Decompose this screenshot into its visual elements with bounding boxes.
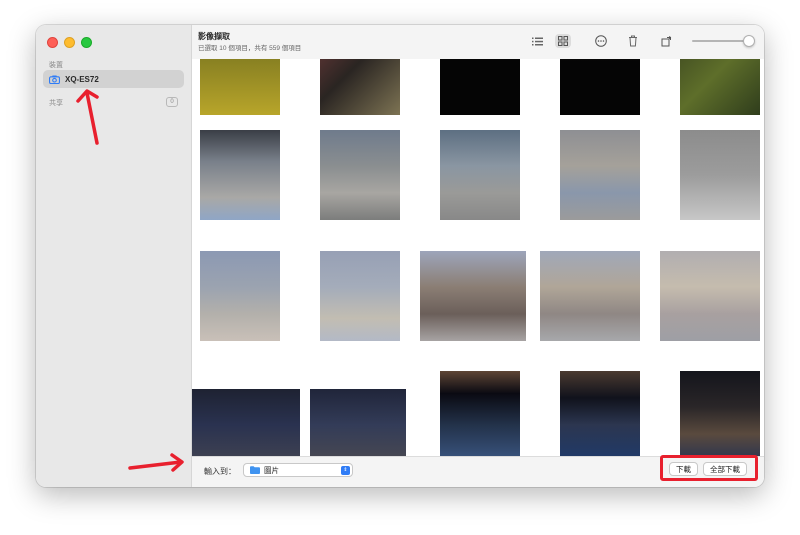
photo-thumbnail[interactable] [680,371,760,457]
shared-count-badge: 0 [166,97,178,107]
download-all-button[interactable]: 全部下載 [703,462,747,476]
photo-thumbnail[interactable] [320,251,400,341]
zoom-button[interactable] [81,37,92,48]
bottom-bar: 輸入到： 圖片 ⇕ 下載 全部下載 [192,455,764,487]
import-destination-value: 圖片 [264,465,279,475]
photo-thumbnail[interactable] [680,130,760,220]
download-button[interactable]: 下載 [669,462,698,476]
import-to-label: 輸入到： [204,467,236,476]
list-view-button[interactable] [529,34,545,48]
grid-view-icon [558,36,568,46]
minimize-button[interactable] [64,37,75,48]
toolbar: 影像擷取 已選取 10 個項目，共有 559 個項目 [192,25,764,59]
photo-thumbnail[interactable] [200,251,280,341]
photo-thumbnail[interactable] [310,389,406,457]
grid-view-button[interactable] [555,34,571,48]
photo-thumbnail[interactable] [560,371,640,457]
selection-status: 已選取 10 個項目，共有 559 個項目 [198,45,302,52]
photo-thumbnail[interactable] [540,251,640,341]
slider-knob[interactable] [743,35,755,47]
more-icon [595,35,607,47]
more-button[interactable] [593,34,609,48]
window-controls [47,37,92,48]
image-capture-window: 裝置 XQ-ES72 共享 0 影像擷取 已選取 10 個項目，共有 559 個… [36,25,764,487]
photo-thumbnail[interactable] [440,59,520,115]
photo-thumbnail[interactable] [200,130,280,220]
main-pane: 影像擷取 已選取 10 個項目，共有 559 個項目 輸入到： 圖片 ⇕ 下載 … [192,25,764,487]
photo-thumbnail[interactable] [660,251,760,341]
device-name: XQ-ES72 [65,74,99,84]
close-button[interactable] [47,37,58,48]
download-buttons-highlight: 下載 全部下載 [660,455,758,481]
photo-thumbnail[interactable] [420,251,526,341]
rotate-icon [661,35,672,47]
folder-icon [250,466,260,474]
photo-thumbnail[interactable] [680,59,760,115]
trash-icon [629,35,637,47]
list-view-icon [531,37,543,45]
window-title: 影像擷取 [198,32,230,41]
annotation-arrow-icon [128,453,184,472]
photo-thumbnail[interactable] [440,371,520,457]
rotate-button[interactable] [659,34,675,48]
import-destination-popup[interactable]: 圖片 ⇕ [243,463,353,477]
devices-section-title: 裝置 [49,62,63,69]
shared-section-title: 共享 [49,100,63,107]
photo-thumbnail[interactable] [192,389,300,457]
camera-icon [49,74,60,84]
photo-thumbnail[interactable] [320,59,400,115]
photo-thumbnail[interactable] [320,130,400,220]
photo-thumbnail[interactable] [560,130,640,220]
photo-thumbnail[interactable] [440,130,520,220]
photo-thumbnail[interactable] [200,59,280,115]
delete-button[interactable] [625,34,641,48]
photo-grid[interactable] [192,59,764,457]
annotation-arrow-icon [76,89,99,145]
chevron-updown-icon: ⇕ [341,466,350,475]
photo-thumbnail[interactable] [560,59,640,115]
